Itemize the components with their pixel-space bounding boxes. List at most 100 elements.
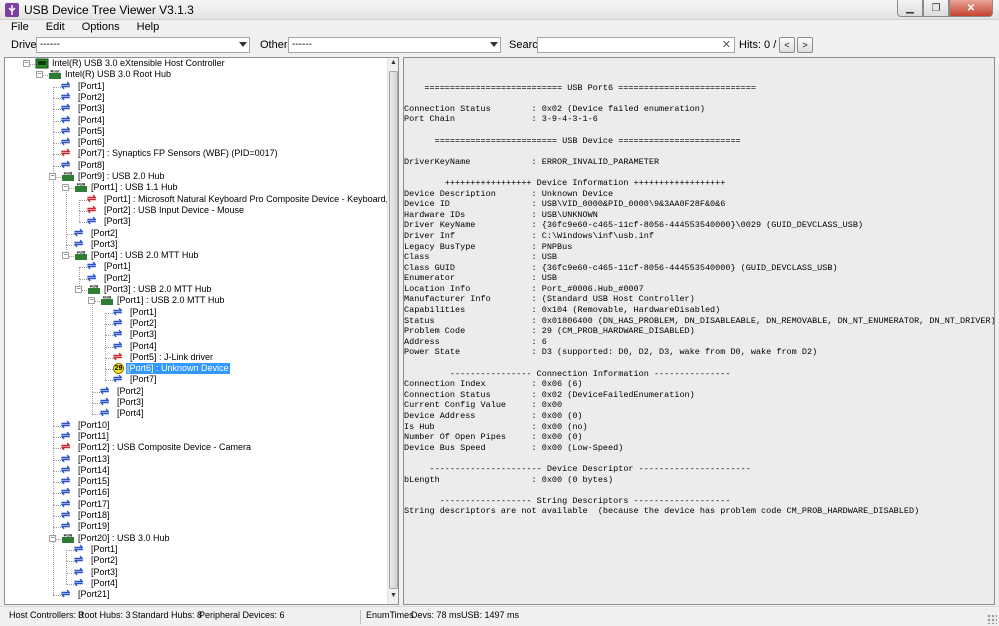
detail-line xyxy=(404,167,994,178)
tree-node[interactable]: ⇌ [Port21] xyxy=(61,589,111,601)
detail-pane[interactable]: =========================== USB Port6 ==… xyxy=(403,57,995,605)
tree-connector xyxy=(53,131,54,144)
resize-grip-icon[interactable] xyxy=(987,614,997,624)
tree-node[interactable]: ⇌ [Port3] xyxy=(87,216,132,228)
tree-node-label: [Port19] xyxy=(78,521,110,532)
tree-node[interactable]: 29 [Port6] : Unknown Device xyxy=(113,363,230,375)
tree-connector xyxy=(79,199,87,201)
scroll-up-icon[interactable]: ▲ xyxy=(389,59,398,70)
collapse-toggle-icon[interactable]: − xyxy=(49,173,56,180)
tree-connector xyxy=(105,357,106,370)
tree-connector xyxy=(53,504,61,506)
detail-line xyxy=(404,93,994,104)
tree-connector xyxy=(53,482,61,484)
tree-connector xyxy=(105,369,106,381)
collapse-toggle-icon[interactable]: − xyxy=(36,71,43,79)
detail-line: Address : 6 xyxy=(404,336,547,347)
tree-node[interactable]: ⇌ [Port1] : Microsoft Natural Keyboard Pr… xyxy=(87,193,398,206)
detail-line: ------------------ String Descriptors --… xyxy=(404,495,731,506)
tree-node[interactable]: ⇌ [Port8] xyxy=(61,159,106,172)
tree-node-label: [Port8] xyxy=(78,159,105,170)
usb-port-icon: ⇌ xyxy=(61,588,71,601)
collapse-toggle-icon[interactable]: − xyxy=(23,60,30,67)
tree-node-label: [Port2] xyxy=(91,227,118,238)
tree-node[interactable]: ⇌ [Port2] : USB Input Device - Mouse xyxy=(87,204,245,217)
prev-hit-button[interactable]: < xyxy=(779,37,795,53)
tree-node[interactable]: HUB [Port3] : USB 2.0 MTT Hub xyxy=(87,284,212,296)
collapse-toggle-icon[interactable]: − xyxy=(62,252,69,260)
detail-line: Hardware IDs : USB\UNKNOWN xyxy=(404,209,598,220)
tree-node[interactable]: ⇌ [Port19] xyxy=(61,521,111,533)
tree-connector xyxy=(66,561,67,573)
tree-connector xyxy=(53,448,54,460)
usb-device-error-icon: ⇌ xyxy=(113,350,123,363)
collapse-toggle-icon[interactable]: − xyxy=(75,286,82,293)
tree-connector xyxy=(53,97,54,110)
tree-node[interactable]: HUB [Port9] : USB 2.0 Hub xyxy=(61,171,166,183)
usb-port-icon: ⇌ xyxy=(74,554,84,567)
tree-node-label: [Port3] xyxy=(91,566,118,577)
close-button[interactable]: ✕ xyxy=(949,0,993,17)
tree-connector xyxy=(53,131,61,133)
tree-node[interactable]: ⇌ [Port4] xyxy=(100,408,145,420)
detail-line: +++++++++++++++++ Device Information +++… xyxy=(404,177,726,188)
tree-node[interactable]: Intel(R) USB 3.0 eXtensible Host Control… xyxy=(35,58,226,70)
minimize-button[interactable]: ▁ xyxy=(897,0,923,17)
tree-connector xyxy=(105,323,106,336)
standard-hubs-count: Standard Hubs: 8 xyxy=(132,610,203,620)
host-controllers-count: Host Controllers: 3 xyxy=(9,610,84,620)
tree-node[interactable]: ⇌ [Port12] : USB Composite Device - Camer… xyxy=(61,442,252,454)
tree-node-label: [Port2] xyxy=(130,317,157,328)
tree-node[interactable]: ⇌ [Port5] : J-Link driver xyxy=(113,350,214,364)
menu-edit[interactable]: Edit xyxy=(35,20,71,36)
collapse-toggle-icon[interactable]: − xyxy=(62,184,69,192)
usb-port-icon: ⇌ xyxy=(87,260,97,273)
tree-connector xyxy=(53,493,61,495)
usb-port-icon: ⇌ xyxy=(61,79,71,92)
hub-icon: HUB xyxy=(74,182,88,193)
tree-node-label: [Port2] : USB Input Device - Mouse xyxy=(104,204,245,215)
device-tree[interactable]: − Intel(R) USB 3.0 eXtensible Host Contro… xyxy=(4,57,399,605)
title-bar: USB Device Tree Viewer V3.1.3 ▁ ❐ ✕ xyxy=(0,0,999,20)
tree-node-label: [Port11] xyxy=(78,430,109,441)
tree-node-label: [Port1] xyxy=(130,306,157,317)
tree-node-label: [Port3] xyxy=(91,238,118,249)
clear-search-icon[interactable]: ✕ xyxy=(722,38,731,51)
tree-node-label: [Port6] xyxy=(78,137,105,148)
next-hit-button[interactable]: > xyxy=(797,37,813,53)
drives-dropdown[interactable]: ------ xyxy=(36,37,250,53)
tree-connector xyxy=(66,188,67,234)
usb-device-error-icon: ⇌ xyxy=(61,147,71,160)
menu-file[interactable]: File xyxy=(0,20,35,36)
detail-line: ======================== USB Device ====… xyxy=(404,135,741,146)
menu-help[interactable]: Help xyxy=(126,20,166,36)
scroll-thumb[interactable] xyxy=(389,71,398,589)
detail-line: Class : USB xyxy=(404,252,558,263)
chevron-down-icon xyxy=(490,42,498,47)
usb-port-icon: ⇌ xyxy=(113,373,123,386)
tree-node[interactable]: ⇌ [Port4] xyxy=(74,577,119,590)
svg-text:HUB: HUB xyxy=(77,182,86,187)
menu-options[interactable]: Options xyxy=(71,20,126,36)
tree-node-label: [Port4] : USB 2.0 MTT Hub xyxy=(91,250,199,261)
scroll-down-icon[interactable]: ▼ xyxy=(389,592,398,603)
tree-node[interactable]: ⇌ [Port7] : Synaptics FP Sensors (WBF) (P… xyxy=(61,148,279,160)
tree-node-label: [Port15] xyxy=(78,476,110,487)
hub-icon: HUB xyxy=(87,284,101,295)
tree-connector xyxy=(53,504,54,516)
collapse-toggle-icon[interactable]: − xyxy=(49,534,56,542)
search-input[interactable] xyxy=(538,38,718,52)
detail-line: Device ID : USB\VID_0000&PID_0000\9&3AA0… xyxy=(404,199,726,210)
detail-line xyxy=(404,485,994,496)
maximize-button[interactable]: ❐ xyxy=(923,0,949,17)
others-dropdown[interactable]: ------ xyxy=(288,37,501,53)
collapse-toggle-icon[interactable]: − xyxy=(88,297,95,305)
tree-node-label: [Port1] xyxy=(78,80,105,91)
tree-scrollbar[interactable]: ▲ ▼ xyxy=(387,58,398,604)
tree-node[interactable]: ⇌ [Port7] xyxy=(113,374,158,386)
controller-icon xyxy=(35,58,49,69)
svg-text:HUB: HUB xyxy=(64,171,73,176)
tree-node[interactable]: ⇌ [Port2] xyxy=(87,272,132,285)
tree-connector xyxy=(105,380,113,382)
tree-node[interactable]: ⇌ [Port3] xyxy=(74,238,119,251)
